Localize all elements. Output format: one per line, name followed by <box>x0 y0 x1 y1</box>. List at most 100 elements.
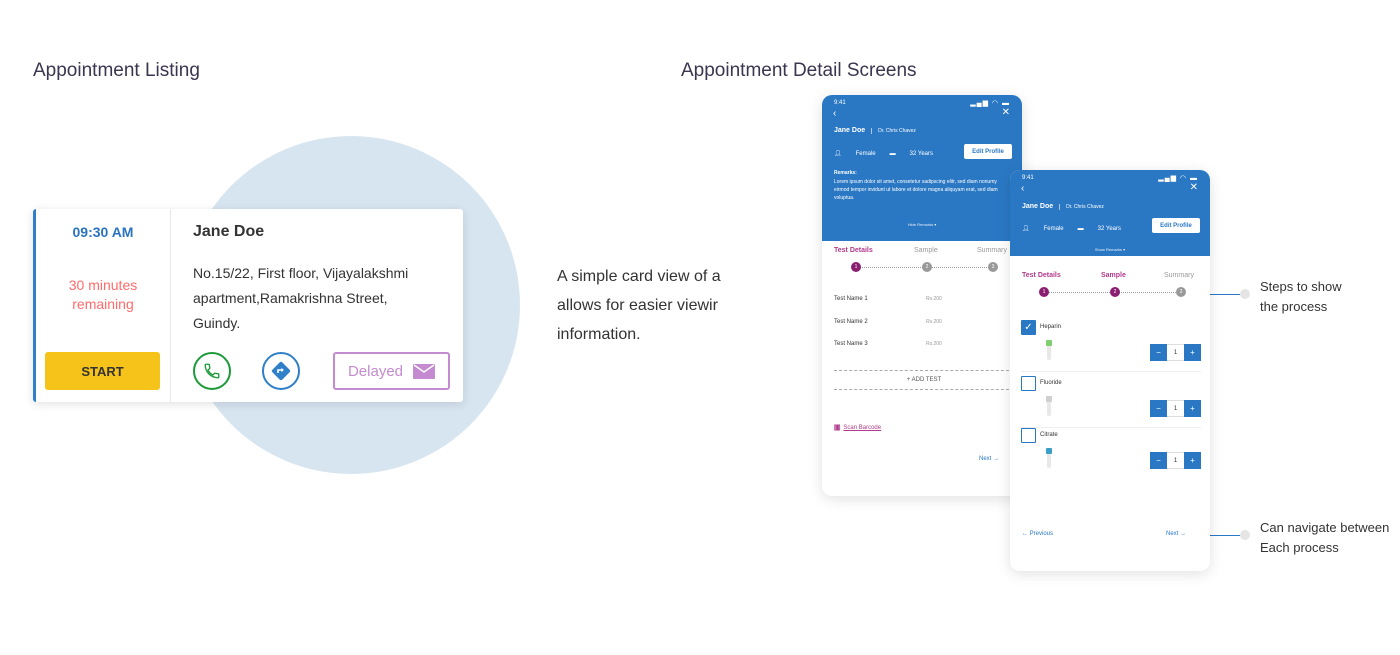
tube-icon <box>1046 448 1052 468</box>
calendar-icon: ▬ <box>889 151 896 157</box>
tube-icon <box>1046 396 1052 416</box>
sample-checkbox[interactable] <box>1021 428 1036 443</box>
increment-button[interactable]: + <box>1184 400 1201 417</box>
scan-barcode-label: Scan Barcode <box>843 425 882 431</box>
patient-gender: Female <box>855 151 876 157</box>
sample-row-heparin: ✓ Heparin − 1 + <box>1021 320 1201 372</box>
step-dot-1: 1 <box>851 262 861 272</box>
previous-button[interactable]: ← Previous <box>1022 531 1053 537</box>
increment-button[interactable]: + <box>1184 452 1201 469</box>
sample-name: Fluoride <box>1040 380 1062 386</box>
header-patient-name: Jane Doe <box>1022 203 1054 210</box>
test-name: Test Name 3 <box>834 341 868 347</box>
person-icon: 👤︎ <box>834 151 842 157</box>
step-label-summary[interactable]: Summary <box>1164 272 1194 279</box>
header-patient-name: Jane Doe <box>834 127 866 134</box>
section-title-listing: Appointment Listing <box>33 60 200 81</box>
call-button[interactable] <box>193 352 231 390</box>
progress-steps: Test Details Sample Summary 1 2 3 <box>822 245 1022 285</box>
step-label-test-details[interactable]: Test Details <box>834 247 873 254</box>
scan-barcode-link[interactable]: [|||||] Scan Barcode <box>834 425 881 431</box>
quantity-value: 1 <box>1167 452 1184 469</box>
close-icon[interactable]: ✕ <box>1002 107 1010 118</box>
sample-checkbox[interactable]: ✓ <box>1021 320 1036 335</box>
test-price: Rs.200 <box>926 319 942 325</box>
address-line-1: No.15/22, First floor, Vijayalakshmi <box>193 265 409 281</box>
patient-age: 32 Years <box>909 151 933 157</box>
edit-profile-button[interactable]: Edit Profile <box>964 144 1012 159</box>
annotation-steps-line2: the process <box>1260 299 1328 314</box>
next-button[interactable]: Next → <box>979 456 999 462</box>
decrement-button[interactable]: − <box>1150 452 1167 469</box>
patient-address: No.15/22, First floor, Vijayalakshmi apa… <box>193 261 453 336</box>
appointment-details-panel: Jane Doe No.15/22, First floor, Vijayala… <box>193 209 463 402</box>
test-row[interactable]: Test Name 2 Rs.200 <box>834 319 1004 325</box>
test-name: Test Name 1 <box>834 296 868 302</box>
phone-screen-sample: 9:41 ▂▄▆ ◠ ▬ ‹ ✕ Jane Doe Dr. Chris Chave… <box>1010 170 1210 571</box>
start-button[interactable]: START <box>45 352 160 390</box>
add-test-button[interactable]: + ADD TEST <box>834 370 1014 390</box>
sample-checkbox[interactable] <box>1021 376 1036 391</box>
step-label-summary[interactable]: Summary <box>977 247 1007 254</box>
annotation-dot-nav <box>1240 530 1250 540</box>
step-label-sample[interactable]: Sample <box>914 247 938 254</box>
patient-header: 9:41 ▂▄▆ ◠ ▬ ‹ ✕ Jane Doe Dr. Chris Chave… <box>1010 170 1210 256</box>
annotation-nav-line1: Can navigate between <box>1260 520 1390 535</box>
annotation-line-nav <box>1205 535 1240 536</box>
delayed-button[interactable]: Delayed <box>333 352 450 390</box>
patient-age: 32 Years <box>1097 226 1121 232</box>
step-dot-3: 3 <box>988 262 998 272</box>
quantity-stepper[interactable]: − 1 + <box>1150 452 1201 469</box>
annotation-steps-line1: Steps to show <box>1260 279 1342 294</box>
step-label-test-details[interactable]: Test Details <box>1022 272 1061 279</box>
test-price: Rs.200 <box>926 341 942 347</box>
increment-button[interactable]: + <box>1184 344 1201 361</box>
barcode-icon: [|||||] <box>834 425 840 431</box>
patient-header: 9:41 ▂▄▆ ◠ ▬ ‹ ✕ Jane Doe Dr. Chris Chave… <box>822 95 1022 241</box>
remarks-text: Lorem ipsum dolor sit amet, consetetur s… <box>834 179 998 201</box>
patient-meta: 👤︎ Female ▬ 32 Years <box>834 150 947 157</box>
step-dot-3: 3 <box>1176 287 1186 297</box>
person-icon: 👤︎ <box>1022 226 1030 232</box>
delayed-label: Delayed <box>347 362 404 380</box>
patient-meta: 👤︎ Female ▬ 32 Years <box>1022 225 1135 232</box>
quantity-value: 1 <box>1167 344 1184 361</box>
status-bar-icons: ▂▄▆ ◠ ▬ <box>1158 175 1198 182</box>
time-remaining: 30 minutes remaining <box>36 276 170 314</box>
description-line-2: allows for easier viewir <box>557 297 718 314</box>
hide-remarks-toggle[interactable]: Hide Remarks ▾ <box>822 222 1022 227</box>
quantity-value: 1 <box>1167 400 1184 417</box>
status-bar-icons: ▂▄▆ ◠ ▬ <box>970 100 1010 107</box>
tube-icon <box>1046 340 1052 360</box>
step-label-sample[interactable]: Sample <box>1101 272 1126 279</box>
test-row[interactable]: Test Name 1 Rs.200 <box>834 296 1004 302</box>
edit-profile-button[interactable]: Edit Profile <box>1152 218 1200 233</box>
patient-name-row: Jane Doe Dr. Chris Chavez <box>834 127 916 134</box>
next-button[interactable]: Next → <box>1166 531 1186 537</box>
appointment-card[interactable]: 09:30 AM 30 minutes remaining START Jane… <box>33 209 463 402</box>
annotation-dot-steps <box>1240 289 1250 299</box>
calendar-icon: ▬ <box>1077 226 1084 232</box>
test-row[interactable]: Test Name 3 Rs.200 <box>834 341 1004 347</box>
directions-icon <box>271 361 291 381</box>
directions-button[interactable] <box>262 352 300 390</box>
annotation-nav-line2: Each process <box>1260 540 1339 555</box>
decrement-button[interactable]: − <box>1150 400 1167 417</box>
status-bar-time: 9:41 <box>834 100 846 106</box>
doctor-name: Dr. Chris Chavez <box>1059 204 1104 210</box>
quantity-stepper[interactable]: − 1 + <box>1150 400 1201 417</box>
decrement-button[interactable]: − <box>1150 344 1167 361</box>
show-remarks-toggle[interactable]: Show Remarks ▾ <box>1010 247 1210 252</box>
step-dot-1: 1 <box>1039 287 1049 297</box>
back-icon[interactable]: ‹ <box>1021 183 1024 194</box>
close-icon[interactable]: ✕ <box>1190 182 1198 193</box>
quantity-stepper[interactable]: − 1 + <box>1150 344 1201 361</box>
listing-description: A simple card view of a allows for easie… <box>557 262 733 349</box>
patient-gender: Female <box>1043 226 1064 232</box>
appointment-time-panel: 09:30 AM 30 minutes remaining START <box>36 209 171 402</box>
step-dot-2: 2 <box>922 262 932 272</box>
address-line-3: Guindy. <box>193 315 241 331</box>
sample-name: Heparin <box>1040 324 1062 330</box>
doctor-name: Dr. Chris Chavez <box>871 128 916 134</box>
back-icon[interactable]: ‹ <box>833 108 836 119</box>
